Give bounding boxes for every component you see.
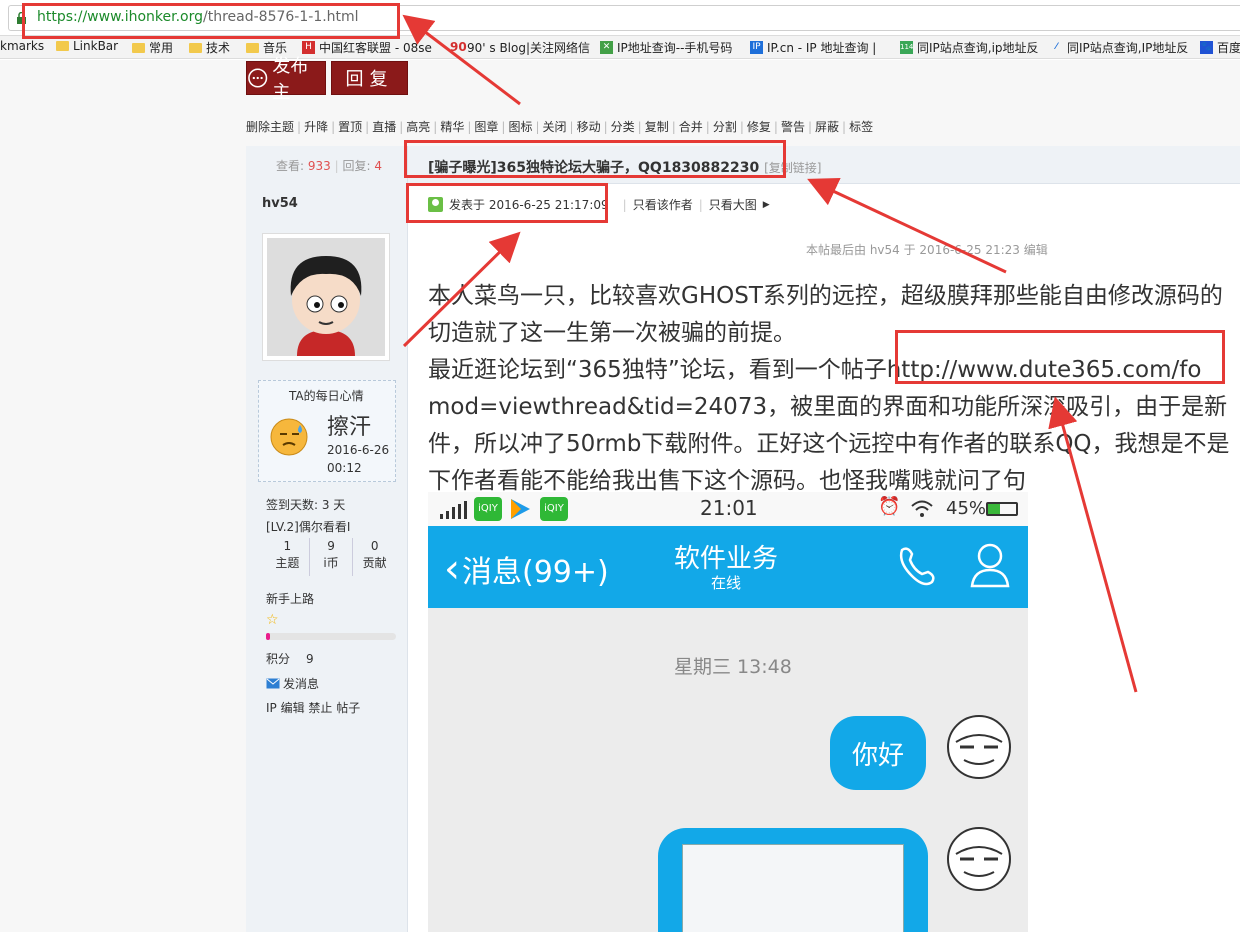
- annotation-arrows: [402, 14, 1138, 693]
